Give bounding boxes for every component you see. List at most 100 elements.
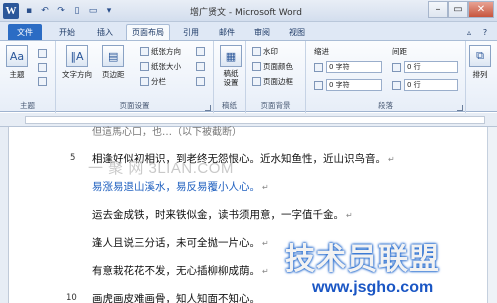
spacing-after-input[interactable]: 0 行 [404,79,458,91]
text-direction-icon: ‖A [66,45,88,67]
line-text: 画虎画皮难画骨，知人知面不知心。 [92,293,260,303]
maximize-button[interactable]: ▭ [448,1,468,18]
redo-icon[interactable]: ↷ [54,4,68,18]
tab-page-layout[interactable]: 页面布局 [126,24,170,40]
group-theme-label: 主题 [20,101,35,110]
document-line[interactable]: 运去金成铁，时来铁似金，读书须用意，一字值千金。 ↵ [92,207,353,222]
save-icon[interactable]: ▪ [22,4,36,18]
ribbon-tabs: 文件 开始 插入 页面布局 引用 邮件 审阅 视图 ▵ ? [0,22,497,40]
watermark-button[interactable]: 水印 [252,46,278,57]
partial-top-line: 但這馬心口，也…（以下被截断） [92,127,242,138]
watermark-icon [252,47,261,56]
size-icon [140,62,149,71]
close-button[interactable]: ✕ [468,1,494,18]
theme-colors-icon[interactable] [38,49,47,58]
site-logo-text: 技术员联盟 [285,242,440,277]
group-paper: ▦ 稿纸 设置 稿纸 [214,41,246,113]
paper-icon: ▦ [220,45,242,67]
document-line[interactable]: 画虎画皮难画骨，知人知面不知心。 [92,291,260,303]
indent-left-icon [314,63,323,72]
vertical-ruler[interactable] [0,127,9,303]
size-label: 纸张大小 [151,62,181,71]
page-border-button[interactable]: 页面边框 [252,76,293,87]
group-paper-label: 稿纸 [222,101,237,110]
paragraph-launcher-icon[interactable] [457,105,463,111]
paragraph-mark-icon: ↵ [262,267,269,276]
tab-file[interactable]: 文件 [8,24,42,40]
document-line-selected[interactable]: 易涨易退山溪水，易反易覆小人心。 ↵ [92,179,269,194]
open-icon[interactable]: ▭ [86,4,100,18]
window-title: 增广贤文 - Microsoft Word [190,8,302,18]
tab-view[interactable]: 视图 [280,24,314,40]
theme-effects-icon[interactable] [38,77,47,86]
group-page-setup-label: 页面设置 [119,101,150,110]
customize-toolbar-icon[interactable]: ▾ [102,4,116,18]
tab-review[interactable]: 审阅 [245,24,279,40]
breaks-icon[interactable] [196,47,205,56]
tab-mailings[interactable]: 邮件 [210,24,244,40]
vertical-scrollbar[interactable] [487,127,497,303]
new-document-icon[interactable]: ▯ [70,4,84,18]
indent-right-icon [314,81,323,90]
page-setup-launcher-icon[interactable] [205,105,211,111]
document-line[interactable]: 逢人且说三分话，未可全抛一片心。 ↵ [92,235,269,250]
tab-insert[interactable]: 插入 [88,24,122,40]
line-numbers-icon[interactable] [196,62,205,71]
help-icon[interactable]: ? [478,24,492,40]
arrange-icon: ⧉ [469,45,491,67]
line-text: 运去金成铁，时来铁似金，读书须用意，一字值千金。 [92,209,344,221]
tab-home[interactable]: 开始 [50,24,84,40]
indent-right-input[interactable]: 0 字符 [326,79,382,91]
minimize-button[interactable]: – [428,1,448,18]
line-text: 有意栽花花不发，无心插柳柳成荫。 [92,265,260,277]
line-text: 逢人且说三分话，未可全抛一片心。 [92,237,260,249]
indent-left-input[interactable]: 0 字符 [326,61,382,73]
columns-button[interactable]: 分栏 [140,76,166,87]
group-arrange: ⧉ 排列 [466,41,497,113]
paragraph-mark-icon: ↵ [346,211,353,220]
word-logo-icon[interactable]: W [3,3,19,19]
page-color-icon [252,62,261,71]
watermark-label: 水印 [263,47,278,56]
undo-icon[interactable]: ↶ [38,4,52,18]
margins-label: 页边距 [102,70,125,79]
page-color-label: 页面颜色 [263,62,293,71]
orientation-icon [140,47,149,56]
theme-label: 主题 [9,70,25,79]
text-direction-button[interactable]: ‖A 文字方向 [62,45,92,80]
group-page-setup: ‖A 文字方向 ▤ 页边距 纸张方向 纸张大小 分栏 页面设置 [56,41,214,113]
orientation-button[interactable]: 纸张方向 [140,46,181,57]
margins-button[interactable]: ▤ 页边距 [102,45,125,80]
group-page-background: 水印 页面颜色 页面边框 页面背景 [246,41,306,113]
ribbon: Aa 主题 主题 ‖A 文字方向 ▤ 页边距 纸张方向 纸张大小 分栏 页面设置… [0,40,497,113]
margins-icon: ▤ [102,45,125,67]
group-paragraph: 缩进 间距 0 字符 0 字符 0 行 0 行 段落 [306,41,466,113]
page-color-button[interactable]: 页面颜色 [252,61,293,72]
theme-button[interactable]: Aa 主题 [6,45,28,80]
paragraph-mark-icon: ↵ [262,183,269,192]
group-theme: Aa 主题 主题 [0,41,56,113]
hyphenation-icon[interactable] [196,77,205,86]
indent-label: 缩进 [314,47,329,56]
horizontal-ruler[interactable] [0,113,497,127]
watermark-text: 一 聚 网 3LIAN.COM [88,160,234,177]
title-bar: W ▪ ↶ ↷ ▯ ▭ ▾ 增广贤文 - Microsoft Word – ▭ … [0,0,497,22]
line-number: 5 [70,153,76,163]
arrange-button[interactable]: ⧉ 排列 [469,45,491,80]
theme-icon: Aa [6,45,28,67]
size-button[interactable]: 纸张大小 [140,61,181,72]
paper-setup-button[interactable]: ▦ 稿纸 设置 [218,45,244,87]
spacing-before-icon [392,63,401,72]
quick-access-toolbar: ▪ ↶ ↷ ▯ ▭ ▾ [22,3,116,18]
group-paragraph-label: 段落 [378,101,393,110]
paragraph-mark-icon: ↵ [262,239,269,248]
theme-fonts-icon[interactable] [38,63,47,72]
spacing-before-input[interactable]: 0 行 [404,61,458,73]
line-text: 易涨易退山溪水，易反易覆小人心。 [92,181,260,193]
document-line[interactable]: 有意栽花花不发，无心插柳柳成荫。 ↵ [92,263,269,278]
group-background-label: 页面背景 [260,101,291,110]
minimize-ribbon-icon[interactable]: ▵ [462,24,476,40]
text-direction-label: 文字方向 [62,70,92,79]
tab-references[interactable]: 引用 [174,24,208,40]
spacing-label: 间距 [392,47,407,56]
